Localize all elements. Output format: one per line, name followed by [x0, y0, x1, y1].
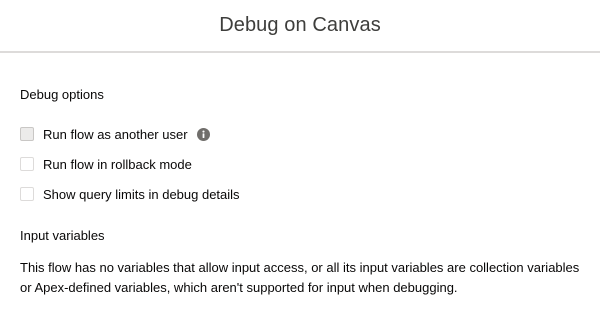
input-variables-heading: Input variables — [20, 228, 105, 243]
input-variables-section: Input variables This flow has no variabl… — [20, 228, 580, 298]
debug-options-heading: Debug options — [20, 87, 104, 102]
query-limits-label: Show query limits in debug details — [43, 186, 240, 202]
rollback-mode-label: Run flow in rollback mode — [43, 156, 192, 172]
debug-modal: Debug on Canvas Debug options Run flow a… — [0, 0, 600, 320]
rollback-mode-checkbox[interactable] — [20, 157, 34, 171]
info-icon[interactable] — [196, 127, 210, 141]
info-glyph — [201, 130, 205, 138]
option-run-as-another-user[interactable]: Run flow as another user — [20, 119, 580, 149]
modal-header: Debug on Canvas — [0, 0, 600, 53]
query-limits-checkbox[interactable] — [20, 187, 34, 201]
run-as-another-user-label: Run flow as another user — [43, 126, 188, 142]
option-run-in-rollback-mode[interactable]: Run flow in rollback mode — [20, 149, 580, 179]
debug-options-list: Run flow as another user Run flow in rol… — [20, 119, 580, 209]
modal-title: Debug on Canvas — [219, 14, 381, 36]
option-show-query-limits[interactable]: Show query limits in debug details — [20, 179, 580, 209]
input-variables-message: This flow has no variables that allow in… — [20, 260, 580, 295]
run-as-another-user-checkbox[interactable] — [20, 127, 34, 141]
debug-options-section: Debug options Run flow as another user R… — [20, 87, 580, 209]
